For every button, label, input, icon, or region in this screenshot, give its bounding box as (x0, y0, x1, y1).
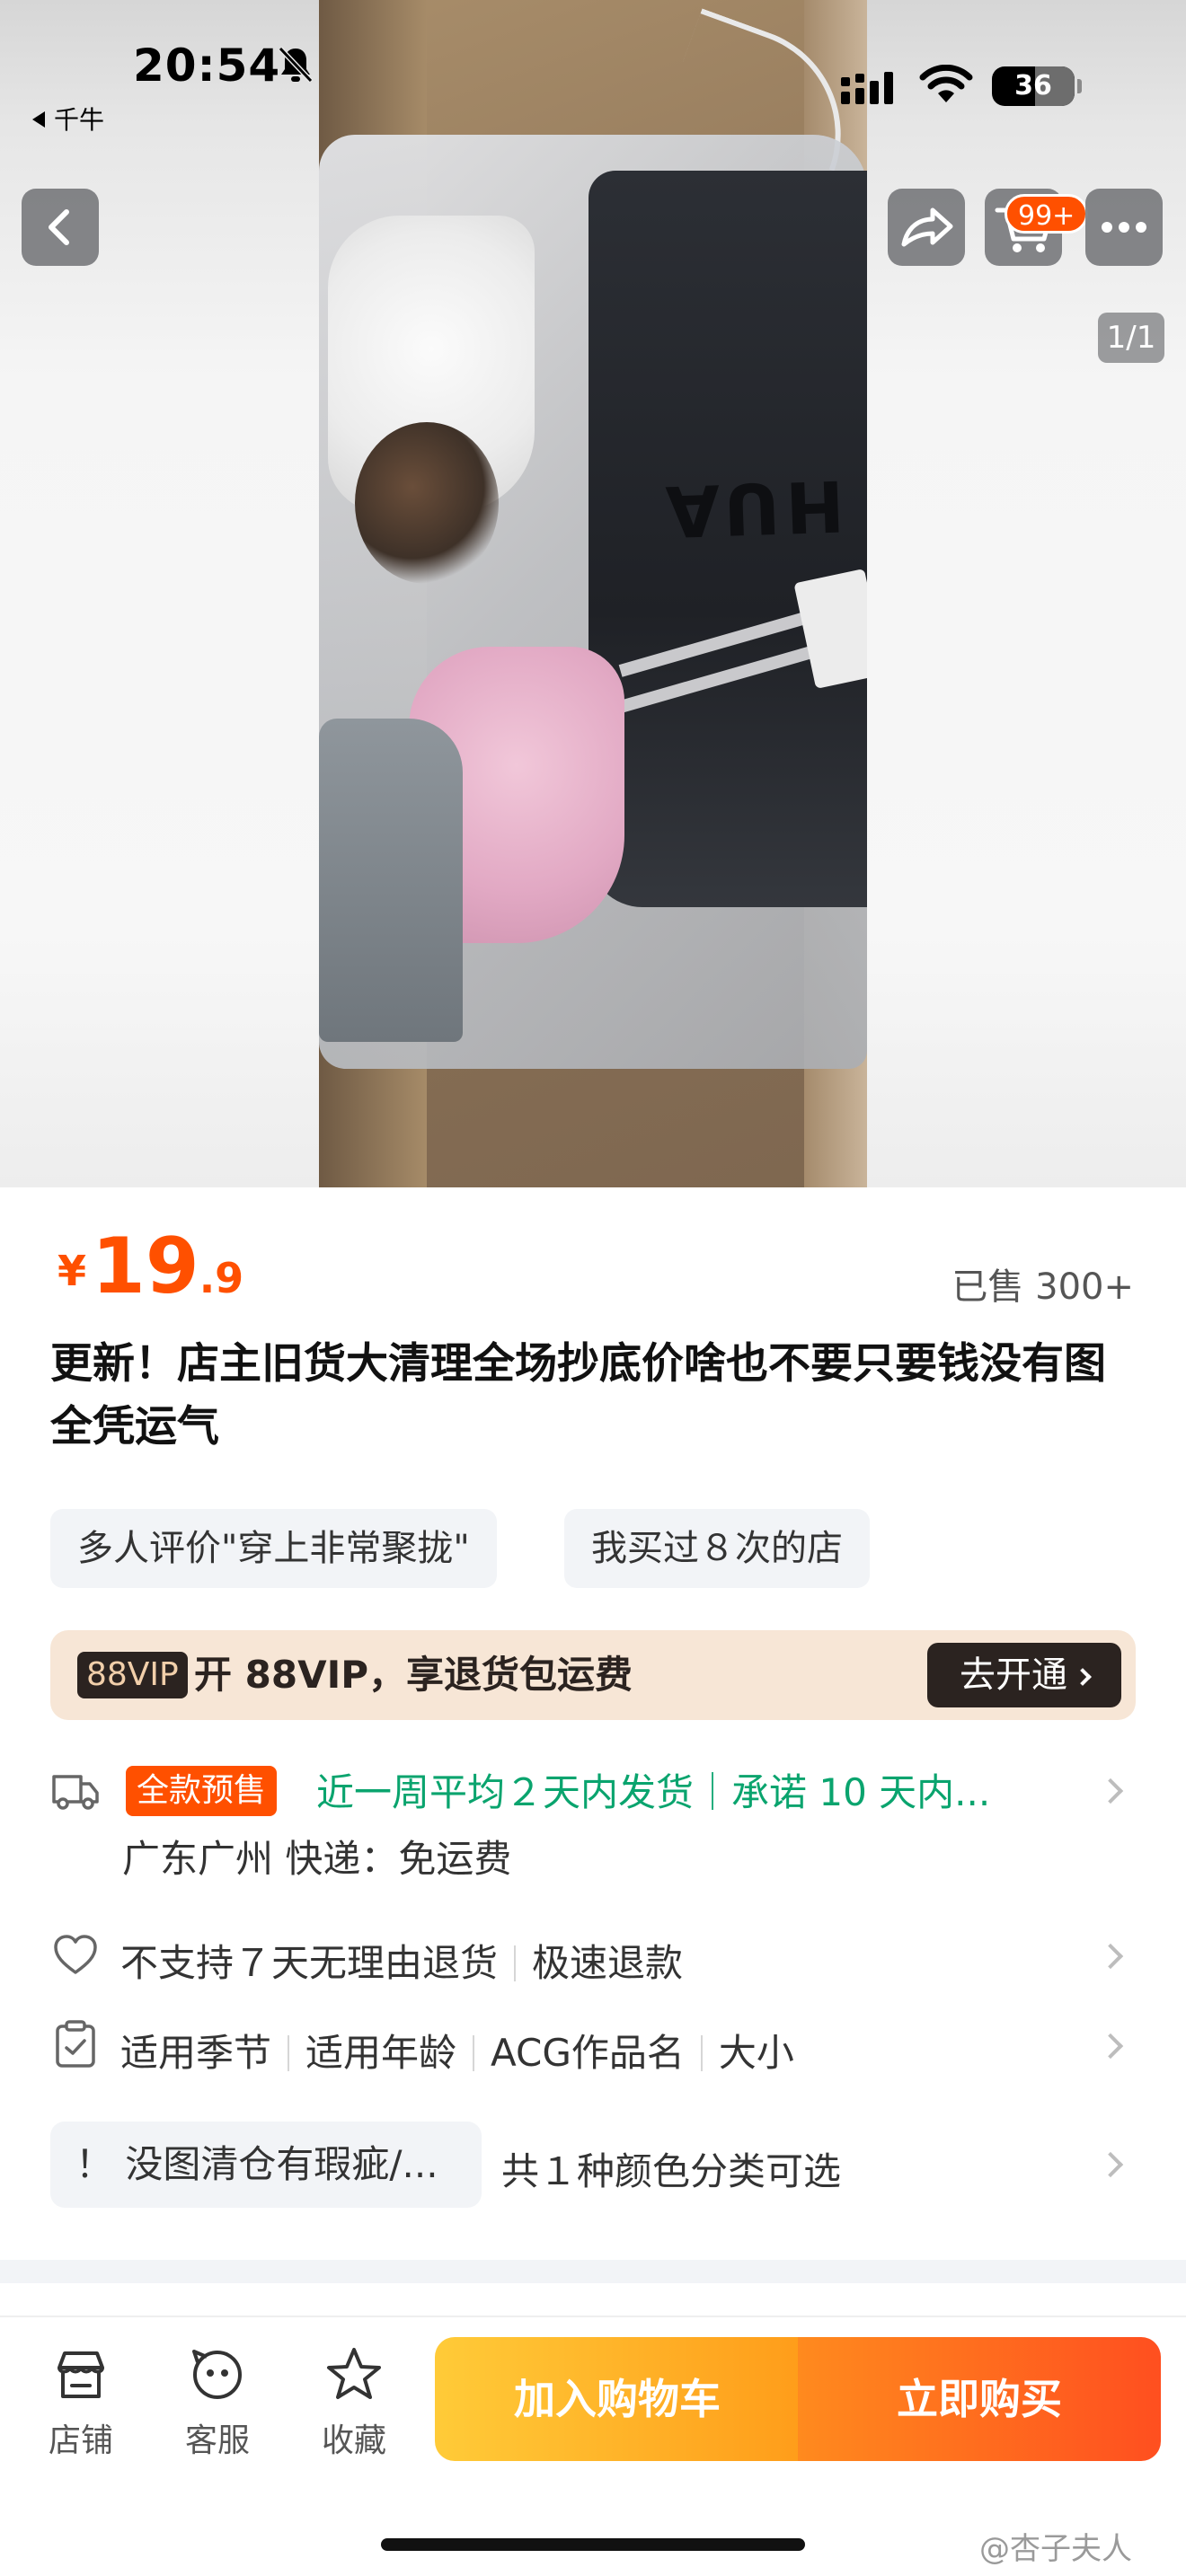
cart-count-badge: 99+ (1005, 194, 1089, 234)
image-page-counter: 1/1 (1098, 313, 1164, 363)
share-arrow-icon (901, 207, 953, 247)
wifi-icon (919, 65, 973, 102)
chevron-right-icon (1074, 1668, 1092, 1686)
chevron-right-icon (1097, 1943, 1124, 1970)
battery-cap (1077, 79, 1082, 93)
buy-now-button[interactable]: 立即购买 (798, 2337, 1161, 2461)
vip-badge: 88VIP (77, 1652, 188, 1698)
repurchase-tag[interactable]: 我买过８次的店 (564, 1509, 870, 1588)
bell-slash-icon (278, 46, 314, 84)
tab-service-label: 客服 (184, 2422, 250, 2459)
photo-garment-print: HUA (659, 463, 846, 551)
product-title: 更新！店主旧货大清理全场抄底价啥也不要只要钱没有图全凭运气 (50, 1339, 1106, 1451)
service-text: 不支持７天无理由退货 极速退款 (120, 1933, 683, 1988)
battery-level: 36 (1014, 70, 1052, 101)
sku-option-chip[interactable]: ！ 没图清仓有瑕疵/... (50, 2122, 482, 2208)
tab-store[interactable]: 店铺 (27, 2344, 135, 2461)
param-size: 大小 (718, 2031, 794, 2075)
battery-indicator: 36 (992, 66, 1082, 106)
add-to-cart-button[interactable]: 加入购物车 (435, 2337, 800, 2461)
delivery-truck-icon (52, 1775, 99, 1810)
divider (288, 2035, 290, 2071)
clipboard-check-icon (56, 2020, 95, 2068)
cellular-signal-icon (841, 72, 893, 104)
home-indicator[interactable] (381, 2538, 805, 2551)
sold-count: 已售 300+ (951, 1266, 1134, 1308)
status-time: 20:54 (133, 40, 281, 92)
param-acg: ACG作品名 (491, 2031, 685, 2075)
price-currency: ¥ (58, 1247, 87, 1295)
product-photo[interactable]: HUA (319, 0, 867, 1187)
vip-text: 开 88VIP，享退货包运费 (194, 1653, 633, 1697)
vip-open-button[interactable]: 去开通 (927, 1643, 1121, 1707)
watermark: @杏子夫人 (979, 2531, 1132, 2567)
back-app-label: 千牛 (54, 105, 105, 135)
service-fast-refund: 极速退款 (532, 1941, 684, 1985)
shield-heart-icon (54, 1935, 97, 1974)
vip-open-label: 去开通 (960, 1654, 1067, 1696)
product-price: ¥19.9 (58, 1222, 243, 1311)
vip-banner[interactable]: 88VIP 开 88VIP，享退货包运费 去开通 (50, 1630, 1136, 1720)
back-triangle-icon (32, 111, 45, 128)
presale-badge: 全款预售 (126, 1766, 278, 1816)
back-to-app-link[interactable]: 千牛 (32, 101, 104, 137)
chevron-right-icon (1097, 2151, 1124, 2178)
star-icon (327, 2348, 381, 2399)
product-image-gallery[interactable]: HUA (0, 0, 1186, 1187)
more-button[interactable] (1085, 189, 1163, 266)
price-integer: 19 (92, 1222, 199, 1311)
tab-favorite[interactable]: 收藏 (300, 2344, 408, 2461)
param-age: 适用年龄 (305, 2031, 457, 2075)
photo-grey-garment (319, 719, 463, 1042)
section-divider (0, 2260, 1186, 2283)
sku-count-text: 共１种颜色分类可选 (501, 2149, 842, 2193)
back-button[interactable] (22, 189, 99, 266)
tab-favorite-label: 收藏 (321, 2422, 386, 2459)
divider (473, 2035, 475, 2071)
shipping-location: 广东广州 快递：免运费 (122, 1837, 512, 1881)
service-no-return: 不支持７天无理由退货 (120, 1941, 499, 1985)
more-dots-icon (1102, 222, 1146, 233)
tab-store-label: 店铺 (48, 2422, 113, 2459)
photo-spotted-garment (355, 422, 499, 584)
review-tag[interactable]: 多人评价"穿上非常聚拢" (50, 1509, 497, 1588)
store-icon (58, 2351, 104, 2398)
chevron-left-icon (49, 209, 69, 245)
share-button[interactable] (888, 189, 965, 266)
chevron-right-icon (1097, 1778, 1124, 1804)
divider (514, 1945, 517, 1981)
tab-customer-service[interactable]: 客服 (164, 2344, 271, 2461)
chevron-right-icon (1097, 2033, 1124, 2060)
shipping-promise: 近一周平均２天内发货｜承诺 10 天内... (316, 1770, 991, 1814)
params-text: 适用季节 适用年龄 ACG作品名 大小 (120, 2023, 794, 2078)
divider (700, 2035, 703, 2071)
price-decimal: .9 (199, 1254, 244, 1302)
param-season: 适用季节 (120, 2031, 272, 2075)
chat-face-icon (192, 2350, 242, 2399)
